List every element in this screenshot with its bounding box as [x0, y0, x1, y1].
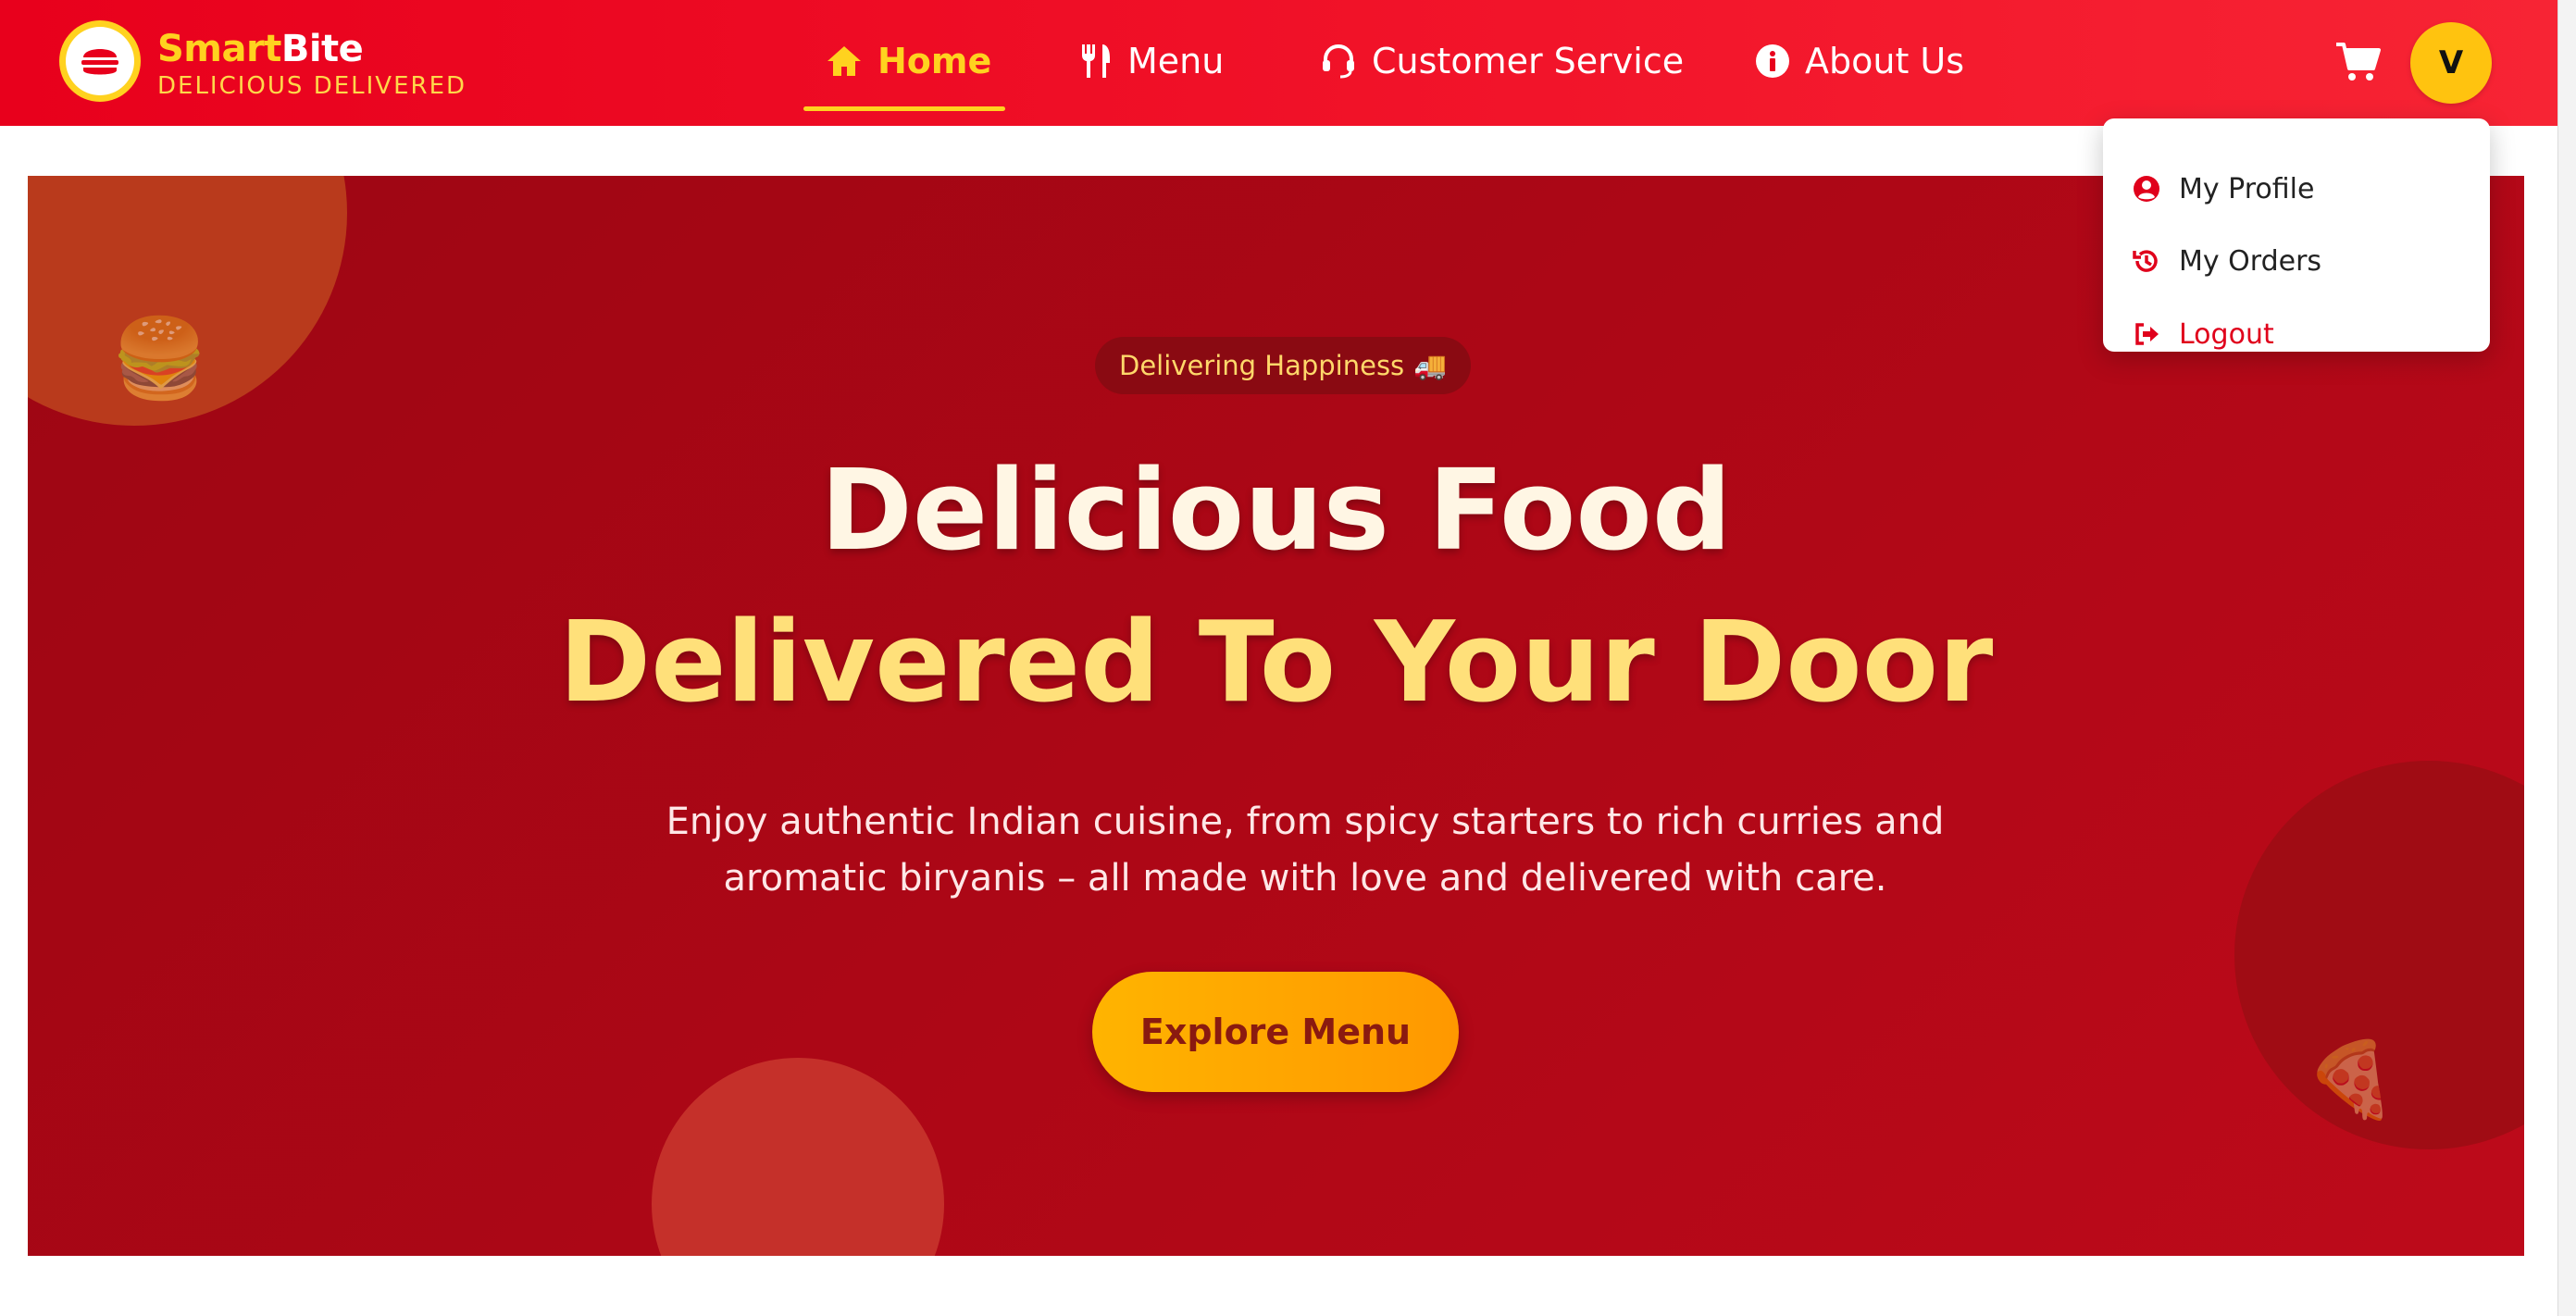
- brand-name: SmartBite: [157, 28, 364, 70]
- nav-label-home: Home: [877, 41, 992, 81]
- home-icon: [828, 46, 861, 76]
- menu-item-logout[interactable]: Logout: [2133, 309, 2274, 359]
- nav-item-menu[interactable]: Menu: [1079, 31, 1224, 91]
- menu-item-my-orders[interactable]: My Orders: [2133, 236, 2321, 286]
- hero-badge-text: Delivering Happiness: [1119, 350, 1405, 381]
- decor-circle: [652, 1058, 944, 1256]
- user-circle-icon: [2134, 176, 2159, 202]
- menu-item-label: My Orders: [2179, 244, 2322, 278]
- user-dropdown-menu: My Profile My Orders Logout: [2103, 118, 2490, 352]
- logo[interactable]: [59, 20, 141, 102]
- hero-badge: Delivering Happiness 🚚: [1095, 337, 1472, 394]
- explore-menu-button[interactable]: Explore Menu: [1092, 972, 1459, 1092]
- nav-item-about-us[interactable]: About Us: [1755, 31, 1964, 91]
- hero-description-line1: Enjoy authentic Indian cuisine, from spi…: [666, 801, 1945, 843]
- info-icon: [1756, 44, 1789, 78]
- nav-label-menu: Menu: [1127, 41, 1225, 81]
- logout-icon: [2135, 323, 2159, 345]
- hero-title-line2: Delivered To Your Door: [558, 599, 1994, 727]
- brand[interactable]: SmartBite DELICIOUS DELIVERED: [157, 28, 467, 100]
- hero-description: Enjoy authentic Indian cuisine, from spi…: [583, 794, 2027, 907]
- history-icon: [2133, 250, 2158, 272]
- truck-icon: 🚚: [1413, 349, 1448, 381]
- nav-label-customer-service: Customer Service: [1372, 41, 1685, 81]
- brand-tagline: DELICIOUS DELIVERED: [157, 72, 467, 100]
- top-navbar: SmartBite DELICIOUS DELIVERED Home Menu …: [0, 0, 2557, 126]
- headset-icon: [1323, 43, 1354, 79]
- active-tab-indicator: [803, 106, 1005, 111]
- utensils-icon: [1082, 44, 1110, 78]
- page-scrollbar[interactable]: [2557, 0, 2576, 1316]
- menu-item-my-profile[interactable]: My Profile: [2133, 164, 2314, 214]
- user-avatar[interactable]: V: [2410, 22, 2492, 104]
- pizza-emoji-icon: 🍕: [2305, 1037, 2397, 1123]
- burger-emoji-icon: 🍔: [111, 313, 208, 403]
- cart-icon[interactable]: [2334, 41, 2381, 83]
- nav-label-about-us: About Us: [1805, 41, 1965, 81]
- hero-title-line1: Delicious Food: [820, 447, 1732, 576]
- menu-item-label: My Profile: [2179, 172, 2315, 205]
- nav-item-customer-service[interactable]: Customer Service: [1320, 31, 1684, 91]
- burger-icon: [81, 49, 118, 75]
- hero-description-line2: aromatic biryanis – all made with love a…: [723, 857, 1887, 900]
- nav-item-home[interactable]: Home: [826, 31, 991, 91]
- menu-item-label: Logout: [2179, 317, 2274, 351]
